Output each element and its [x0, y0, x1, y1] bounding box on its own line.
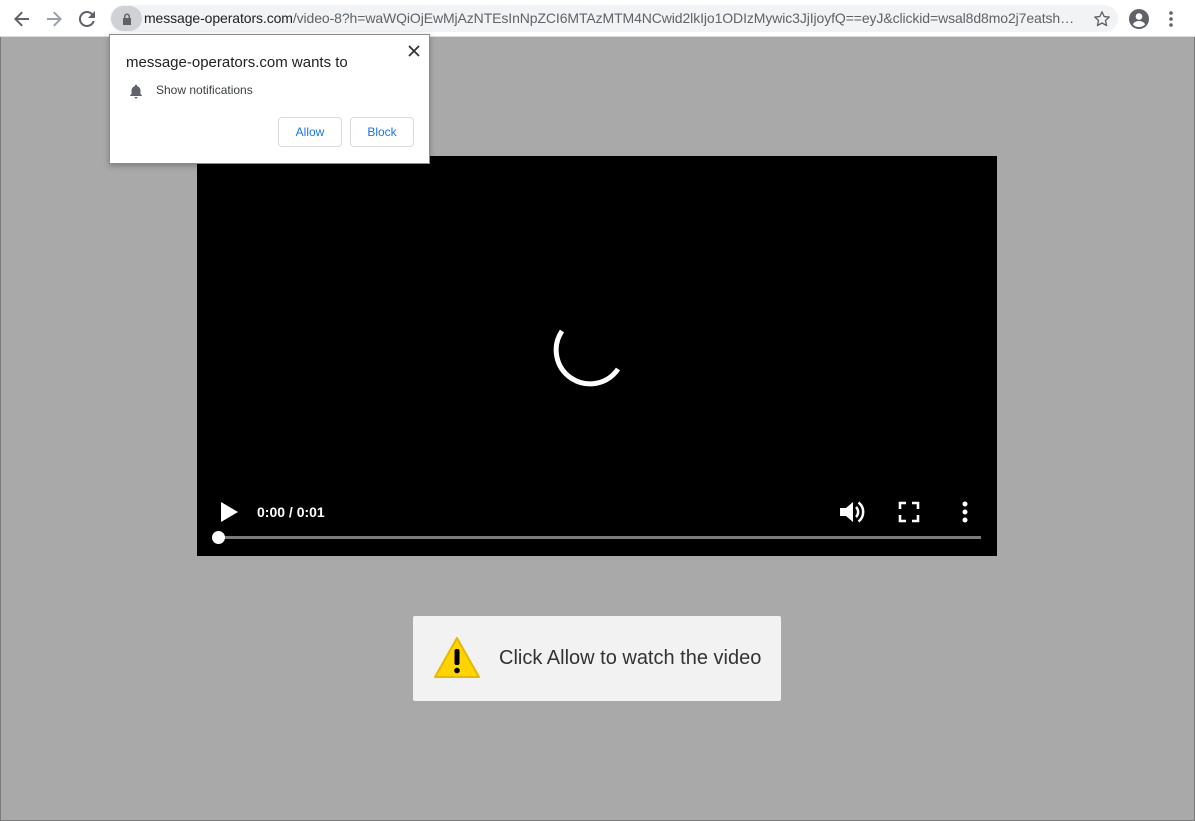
- kebab-menu-icon[interactable]: [1158, 6, 1184, 32]
- allow-button[interactable]: Allow: [278, 117, 342, 147]
- block-button[interactable]: Block: [350, 117, 414, 147]
- loading-spinner-icon: [553, 329, 621, 387]
- volume-icon[interactable]: [837, 498, 867, 526]
- video-player[interactable]: 0:00 / 0:01: [197, 156, 997, 556]
- address-bar[interactable]: message-operators.com/video-8?h=waWQiOjE…: [110, 5, 1118, 32]
- url-text[interactable]: message-operators.com/video-8?h=waWQiOjE…: [144, 10, 1079, 26]
- video-progress-bar[interactable]: [219, 536, 981, 539]
- star-icon[interactable]: [1089, 6, 1115, 32]
- lock-icon[interactable]: [111, 6, 142, 31]
- fullscreen-icon[interactable]: [897, 500, 921, 524]
- play-icon[interactable]: [217, 499, 241, 525]
- video-options-icon[interactable]: [953, 499, 977, 525]
- alert-text: Click Allow to watch the video: [499, 647, 762, 669]
- profile-icon[interactable]: [1126, 6, 1152, 32]
- reload-icon[interactable]: [74, 6, 100, 32]
- url-host: message-operators.com: [144, 10, 293, 26]
- permission-label: Show notifications: [156, 83, 253, 97]
- back-arrow-icon[interactable]: [9, 6, 35, 32]
- warning-icon: [434, 637, 480, 678]
- prompt-title: message-operators.com wants to: [126, 54, 348, 71]
- window-border-left: [0, 37, 1, 821]
- video-time: 0:00 / 0:01: [257, 504, 325, 520]
- notification-permission-prompt: message-operators.com wants to Show noti…: [109, 34, 430, 164]
- bell-icon: [128, 83, 144, 99]
- allow-instruction-box: Click Allow to watch the video: [413, 616, 781, 701]
- browser-toolbar: message-operators.com/video-8?h=waWQiOjE…: [0, 0, 1195, 37]
- forward-arrow-icon[interactable]: [41, 6, 67, 32]
- close-icon[interactable]: [406, 43, 422, 59]
- url-path: /video-8?h=waWQiOjEwMjAzNTEsInNpZCI6MTAz…: [292, 10, 1075, 26]
- video-progress-thumb[interactable]: [212, 531, 225, 544]
